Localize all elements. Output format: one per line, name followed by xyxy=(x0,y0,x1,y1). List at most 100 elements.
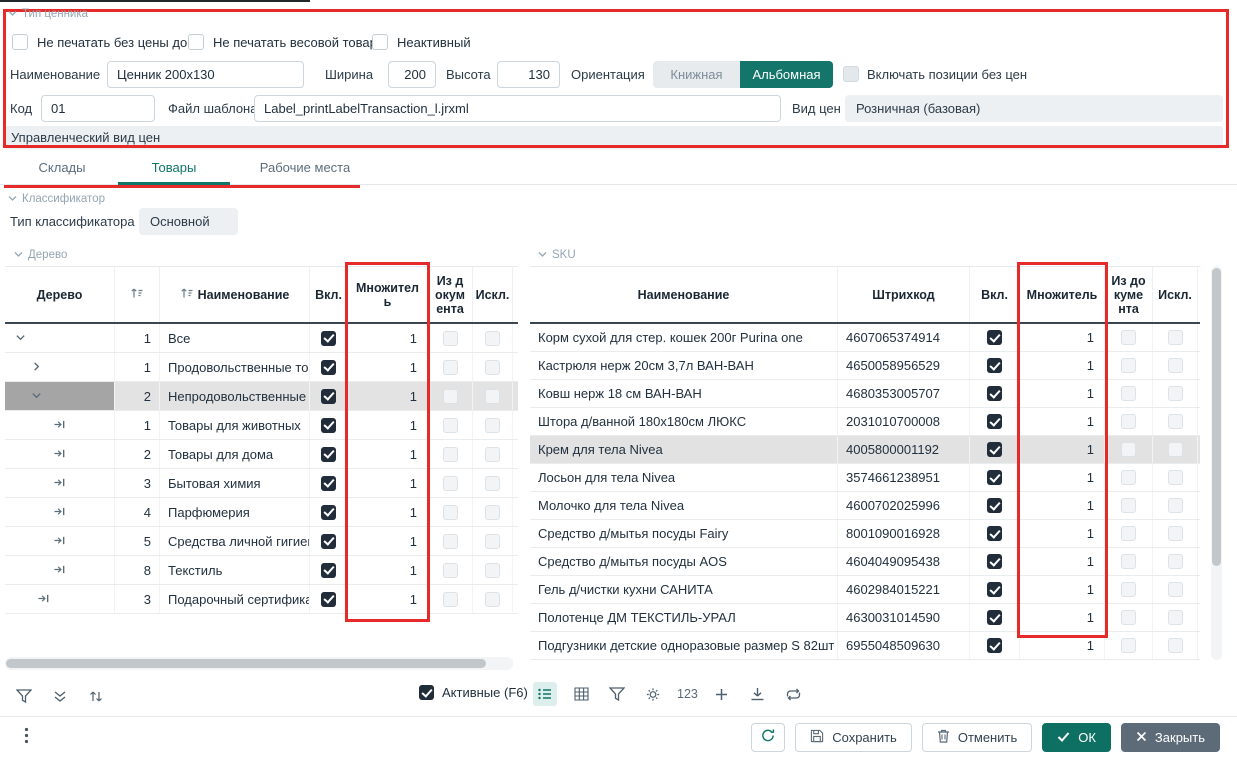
tree-included-cell[interactable] xyxy=(310,556,348,584)
column-header-multiplier[interactable]: Множитель xyxy=(1020,267,1105,322)
sku-from-document-cell[interactable] xyxy=(1105,436,1153,463)
scrollbar-thumb[interactable] xyxy=(1212,268,1221,566)
tab-goods[interactable]: Товары xyxy=(118,152,230,185)
checkbox-unchecked[interactable] xyxy=(372,34,388,50)
tree-included-cell[interactable] xyxy=(310,498,348,526)
tree-leaf-icon[interactable] xyxy=(53,447,67,462)
filter-icon[interactable] xyxy=(12,684,36,708)
sku-row[interactable]: Полотенце ДМ ТЕКСТИЛЬ-УРАЛ46300310145901 xyxy=(530,604,1200,632)
section-header-sku[interactable]: SKU xyxy=(538,249,576,261)
save-button[interactable]: Сохранить xyxy=(795,723,912,752)
sku-from-document-cell[interactable] xyxy=(1105,492,1153,519)
checkbox-no-print-without-price[interactable]: Не печатать без цены до xyxy=(12,33,187,51)
active-filter[interactable]: Активные (F6) xyxy=(419,685,528,700)
close-button[interactable]: Закрыть xyxy=(1121,723,1220,752)
sku-row[interactable]: Молочко для тела Nivea46007020259961 xyxy=(530,492,1200,520)
checkbox-unchecked[interactable] xyxy=(443,389,458,404)
checkbox-checked[interactable] xyxy=(321,534,336,549)
checkbox-unchecked[interactable] xyxy=(443,563,458,578)
tree-row[interactable]: 5Средства личной гигиены1 xyxy=(5,527,518,556)
tree-toggle-cell[interactable] xyxy=(5,353,115,381)
checkbox-checked[interactable] xyxy=(321,563,336,578)
scrollbar-thumb[interactable] xyxy=(6,659,486,668)
column-header-excluded[interactable]: Искл. xyxy=(473,267,513,322)
sku-row[interactable]: Средство д/мытья посуды Fairy80010900169… xyxy=(530,520,1200,548)
settings-gear-icon[interactable] xyxy=(641,682,665,706)
tab-warehouses[interactable]: Склады xyxy=(6,152,118,185)
tree-row[interactable]: 3Подарочный сертификат1 xyxy=(5,585,518,614)
checkbox-unchecked[interactable] xyxy=(1121,554,1136,569)
width-input[interactable] xyxy=(388,61,436,88)
checkbox-unchecked[interactable] xyxy=(1121,498,1136,513)
tree-from-document-cell[interactable] xyxy=(428,469,473,497)
tree-row[interactable]: 8Текстиль1 xyxy=(5,556,518,585)
tree-from-document-cell[interactable] xyxy=(428,353,473,381)
checkbox-checked[interactable] xyxy=(321,505,336,520)
checkbox-unchecked[interactable] xyxy=(1168,330,1183,345)
sku-included-cell[interactable] xyxy=(970,632,1020,659)
checkbox-unchecked[interactable] xyxy=(1168,414,1183,429)
checkbox-unchecked[interactable] xyxy=(485,418,500,433)
checkbox-checked[interactable] xyxy=(987,554,1002,569)
cancel-button[interactable]: Отменить xyxy=(922,723,1032,752)
checkbox-checked[interactable] xyxy=(987,638,1002,653)
collapse-all-icon[interactable] xyxy=(48,684,72,708)
column-header-excluded[interactable]: Искл. xyxy=(1153,267,1198,322)
tree-included-cell[interactable] xyxy=(310,469,348,497)
checkbox-checked[interactable] xyxy=(321,447,336,462)
checkbox-unchecked[interactable] xyxy=(485,592,500,607)
tree-from-document-cell[interactable] xyxy=(428,585,473,613)
checkbox-checked[interactable] xyxy=(987,582,1002,597)
sku-included-cell[interactable] xyxy=(970,492,1020,519)
sort-icon[interactable] xyxy=(130,287,144,302)
column-header-name[interactable]: Наименование xyxy=(160,267,310,322)
checkbox-checked[interactable] xyxy=(321,389,336,404)
checkbox-inactive[interactable]: Неактивный xyxy=(372,33,471,51)
tree-from-document-cell[interactable] xyxy=(428,411,473,439)
tree-toggle-cell[interactable] xyxy=(5,324,115,352)
checkbox-checked[interactable] xyxy=(987,386,1002,401)
column-header-from-document[interactable]: Из документа xyxy=(1105,267,1153,322)
checkbox-checked[interactable] xyxy=(321,360,336,375)
code-input[interactable] xyxy=(41,95,155,122)
tree-from-document-cell[interactable] xyxy=(428,324,473,352)
tree-included-cell[interactable] xyxy=(310,585,348,613)
checkbox-unchecked[interactable] xyxy=(443,360,458,375)
tree-row[interactable]: 2Товары для дома1 xyxy=(5,440,518,469)
price-view-field[interactable]: Розничная (базовая) xyxy=(845,95,1223,122)
column-header-tree[interactable]: Дерево xyxy=(5,267,115,322)
tree-row[interactable]: 2Непродовольственные товары1 xyxy=(5,382,518,411)
sku-excluded-cell[interactable] xyxy=(1153,436,1198,463)
orientation-portrait-button[interactable]: Книжная xyxy=(653,61,740,88)
checkbox-checked[interactable] xyxy=(419,685,434,700)
checkbox-checked[interactable] xyxy=(987,470,1002,485)
checkbox-unchecked[interactable] xyxy=(1121,470,1136,485)
sku-from-document-cell[interactable] xyxy=(1105,324,1153,351)
sku-from-document-cell[interactable] xyxy=(1105,464,1153,491)
sku-excluded-cell[interactable] xyxy=(1153,548,1198,575)
sku-row[interactable]: Гель д/чистки кухни САНИТА46029840152211 xyxy=(530,576,1200,604)
checkbox-unchecked[interactable] xyxy=(1121,526,1136,541)
checkbox-checked[interactable] xyxy=(987,498,1002,513)
tree-excluded-cell[interactable] xyxy=(473,527,513,555)
height-input[interactable] xyxy=(497,61,560,88)
sort-icon[interactable] xyxy=(180,287,194,302)
checkbox-unchecked[interactable] xyxy=(443,476,458,491)
checkbox-unchecked[interactable] xyxy=(485,563,500,578)
checkbox-unchecked[interactable] xyxy=(1121,638,1136,653)
checkbox-unchecked[interactable] xyxy=(485,476,500,491)
tree-excluded-cell[interactable] xyxy=(473,469,513,497)
tab-workplaces[interactable]: Рабочие места xyxy=(230,152,380,185)
checkbox-unchecked[interactable] xyxy=(1121,358,1136,373)
tree-excluded-cell[interactable] xyxy=(473,411,513,439)
sku-included-cell[interactable] xyxy=(970,408,1020,435)
checkbox-unchecked[interactable] xyxy=(12,34,28,50)
checkbox-unchecked[interactable] xyxy=(443,592,458,607)
tree-row[interactable]: 1Товары для животных1 xyxy=(5,411,518,440)
checkbox-unchecked[interactable] xyxy=(1168,610,1183,625)
sku-included-cell[interactable] xyxy=(970,352,1020,379)
sku-row[interactable]: Штора д/ванной 180х180см ЛЮКС20310107000… xyxy=(530,408,1200,436)
checkbox-unchecked[interactable] xyxy=(1168,386,1183,401)
tree-included-cell[interactable] xyxy=(310,411,348,439)
tree-from-document-cell[interactable] xyxy=(428,556,473,584)
